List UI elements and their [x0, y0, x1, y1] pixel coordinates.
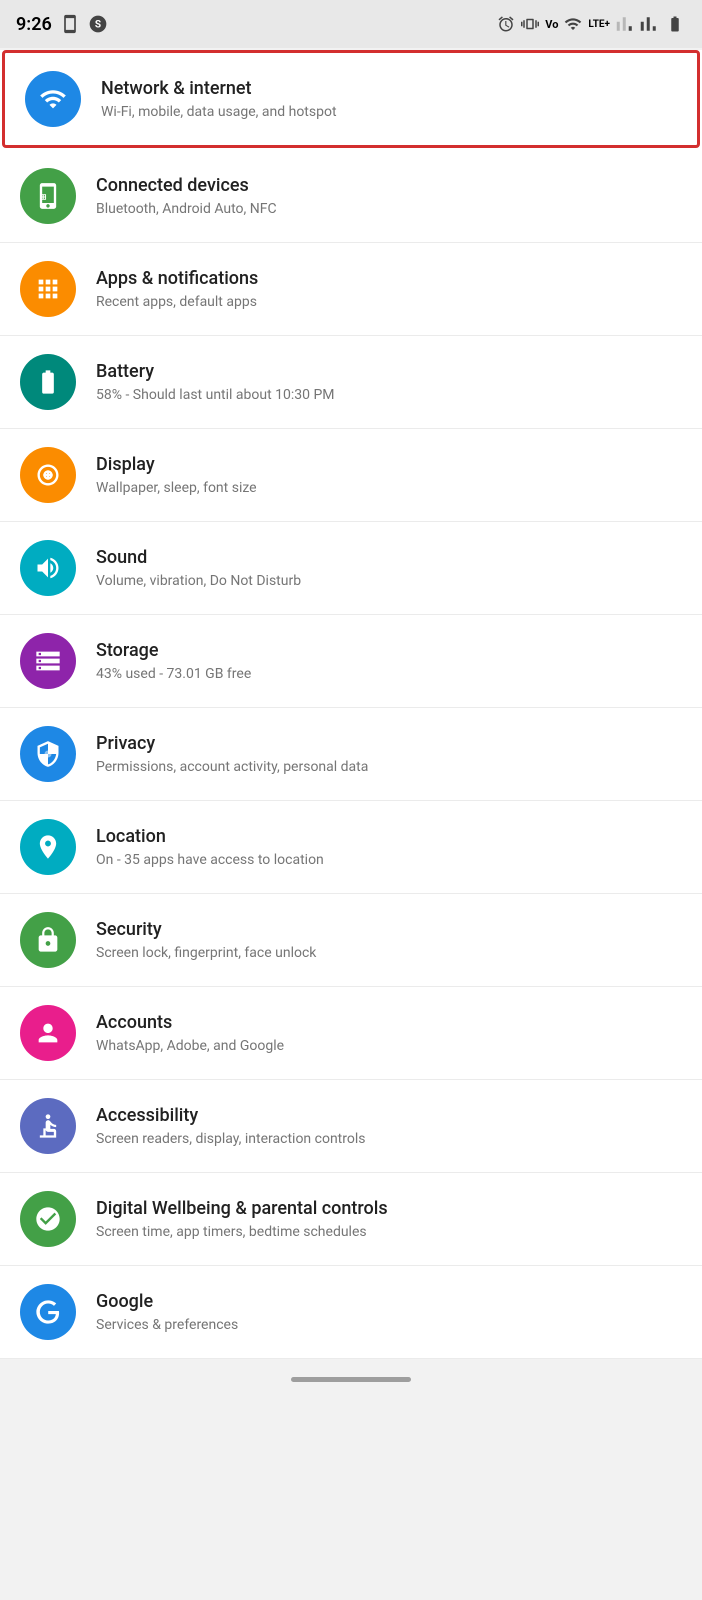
- network-text: Network & internet Wi-Fi, mobile, data u…: [101, 77, 677, 122]
- nav-bar: [0, 1359, 702, 1399]
- wellbeing-text: Digital Wellbeing & parental controls Sc…: [96, 1197, 682, 1242]
- alarm-icon: [497, 15, 515, 33]
- svg-text:S: S: [95, 19, 101, 30]
- battery-title: Battery: [96, 360, 682, 383]
- apps-subtitle: Recent apps, default apps: [96, 293, 682, 311]
- svg-text:⊞: ⊞: [40, 192, 47, 202]
- sound-icon-circle: [20, 540, 76, 596]
- accessibility-text: Accessibility Screen readers, display, i…: [96, 1104, 682, 1149]
- accounts-text: Accounts WhatsApp, Adobe, and Google: [96, 1011, 682, 1056]
- security-text: Security Screen lock, fingerprint, face …: [96, 918, 682, 963]
- volte-icon: Vo: [545, 18, 558, 31]
- wellbeing-subtitle: Screen time, app timers, bedtime schedul…: [96, 1223, 682, 1241]
- signal2-icon: [640, 15, 658, 33]
- storage-subtitle: 43% used - 73.01 GB free: [96, 665, 682, 683]
- location-icon-circle: [20, 819, 76, 875]
- google-subtitle: Services & preferences: [96, 1316, 682, 1334]
- storage-icon-circle: [20, 633, 76, 689]
- settings-item-google[interactable]: Google Services & preferences: [0, 1266, 702, 1359]
- network-title: Network & internet: [101, 77, 677, 100]
- settings-item-display[interactable]: Display Wallpaper, sleep, font size: [0, 429, 702, 522]
- accounts-icon-circle: [20, 1005, 76, 1061]
- display-title: Display: [96, 453, 682, 476]
- apps-title: Apps & notifications: [96, 267, 682, 290]
- privacy-subtitle: Permissions, account activity, personal …: [96, 758, 682, 776]
- status-right: Vo LTE+: [497, 15, 686, 33]
- storage-text: Storage 43% used - 73.01 GB free: [96, 639, 682, 684]
- status-left: 9:26 S: [16, 14, 108, 35]
- settings-item-security[interactable]: Security Screen lock, fingerprint, face …: [0, 894, 702, 987]
- storage-title: Storage: [96, 639, 682, 662]
- battery-text: Battery 58% - Should last until about 10…: [96, 360, 682, 405]
- settings-item-sound[interactable]: Sound Volume, vibration, Do Not Disturb: [0, 522, 702, 615]
- settings-list: Network & internet Wi-Fi, mobile, data u…: [0, 50, 702, 1359]
- apps-icon-circle: [20, 261, 76, 317]
- shazam-icon: S: [88, 14, 108, 34]
- location-subtitle: On - 35 apps have access to location: [96, 851, 682, 869]
- sound-title: Sound: [96, 546, 682, 569]
- google-icon-circle: [20, 1284, 76, 1340]
- accounts-title: Accounts: [96, 1011, 682, 1034]
- connected-title: Connected devices: [96, 174, 682, 197]
- display-subtitle: Wallpaper, sleep, font size: [96, 479, 682, 497]
- privacy-text: Privacy Permissions, account activity, p…: [96, 732, 682, 777]
- accessibility-subtitle: Screen readers, display, interaction con…: [96, 1130, 682, 1148]
- security-icon-circle: [20, 912, 76, 968]
- battery-subtitle: 58% - Should last until about 10:30 PM: [96, 386, 682, 404]
- connected-icon-circle: ⊞: [20, 168, 76, 224]
- settings-item-location[interactable]: Location On - 35 apps have access to loc…: [0, 801, 702, 894]
- settings-item-accounts[interactable]: Accounts WhatsApp, Adobe, and Google: [0, 987, 702, 1080]
- wellbeing-title: Digital Wellbeing & parental controls: [96, 1197, 682, 1220]
- settings-item-privacy[interactable]: Privacy Permissions, account activity, p…: [0, 708, 702, 801]
- display-text: Display Wallpaper, sleep, font size: [96, 453, 682, 498]
- network-icon-circle: [25, 71, 81, 127]
- security-subtitle: Screen lock, fingerprint, face unlock: [96, 944, 682, 962]
- vibrate-icon: [521, 15, 539, 33]
- location-title: Location: [96, 825, 682, 848]
- screenshot-icon: [60, 14, 80, 34]
- accounts-subtitle: WhatsApp, Adobe, and Google: [96, 1037, 682, 1055]
- connected-text: Connected devices Bluetooth, Android Aut…: [96, 174, 682, 219]
- status-bar: 9:26 S Vo LTE+: [0, 0, 702, 48]
- privacy-icon-circle: [20, 726, 76, 782]
- settings-item-accessibility[interactable]: Accessibility Screen readers, display, i…: [0, 1080, 702, 1173]
- battery-icon: [664, 15, 686, 33]
- display-icon-circle: [20, 447, 76, 503]
- sound-subtitle: Volume, vibration, Do Not Disturb: [96, 572, 682, 590]
- apps-text: Apps & notifications Recent apps, defaul…: [96, 267, 682, 312]
- accessibility-title: Accessibility: [96, 1104, 682, 1127]
- network-subtitle: Wi-Fi, mobile, data usage, and hotspot: [101, 103, 677, 121]
- settings-item-battery[interactable]: Battery 58% - Should last until about 10…: [0, 336, 702, 429]
- google-title: Google: [96, 1290, 682, 1313]
- wellbeing-icon-circle: [20, 1191, 76, 1247]
- battery-icon-circle: [20, 354, 76, 410]
- location-text: Location On - 35 apps have access to loc…: [96, 825, 682, 870]
- signal-icon: [616, 15, 634, 33]
- settings-item-storage[interactable]: Storage 43% used - 73.01 GB free: [0, 615, 702, 708]
- sound-text: Sound Volume, vibration, Do Not Disturb: [96, 546, 682, 591]
- wifi-status-icon: [564, 15, 582, 33]
- settings-item-apps[interactable]: Apps & notifications Recent apps, defaul…: [0, 243, 702, 336]
- nav-pill: [291, 1377, 411, 1382]
- status-time: 9:26: [16, 14, 52, 35]
- settings-item-network[interactable]: Network & internet Wi-Fi, mobile, data u…: [2, 50, 700, 148]
- settings-item-connected[interactable]: ⊞ Connected devices Bluetooth, Android A…: [0, 150, 702, 243]
- google-text: Google Services & preferences: [96, 1290, 682, 1335]
- settings-item-wellbeing[interactable]: Digital Wellbeing & parental controls Sc…: [0, 1173, 702, 1266]
- lte-icon: LTE+: [588, 19, 610, 30]
- privacy-title: Privacy: [96, 732, 682, 755]
- connected-subtitle: Bluetooth, Android Auto, NFC: [96, 200, 682, 218]
- accessibility-icon-circle: [20, 1098, 76, 1154]
- security-title: Security: [96, 918, 682, 941]
